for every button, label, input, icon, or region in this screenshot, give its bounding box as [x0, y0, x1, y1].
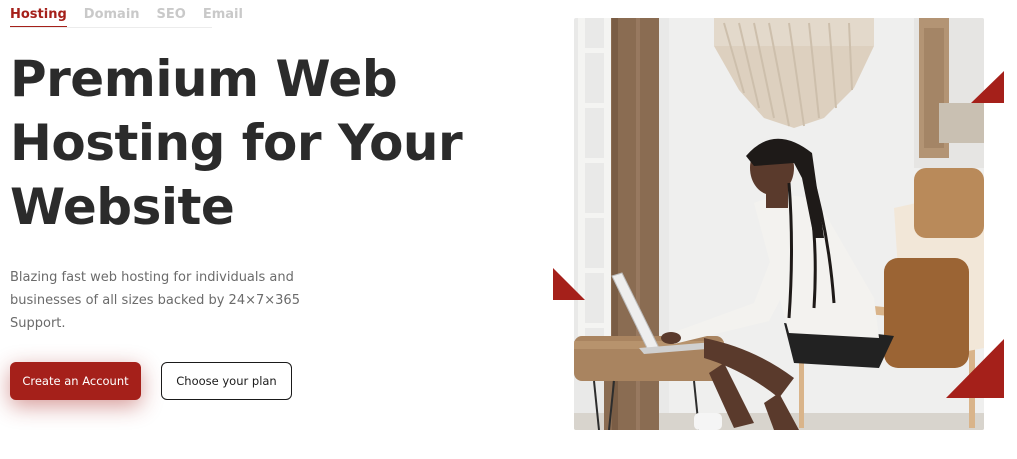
choose-plan-button[interactable]: Choose your plan — [161, 362, 292, 400]
hero-title: Premium Web Hosting for Your Website — [10, 47, 480, 239]
hero-subtitle: Blazing fast web hosting for individuals… — [10, 266, 350, 335]
hero-title-line-1: Premium Web — [10, 50, 398, 108]
create-account-button[interactable]: Create an Account — [10, 362, 141, 400]
hero-subtitle-line-2: businesses of all sizes backed by 24×7×3… — [10, 293, 300, 331]
tab-hosting[interactable]: Hosting — [10, 7, 67, 28]
hero-title-line-3: Website — [10, 178, 235, 236]
triangle-accent-icon — [971, 71, 1004, 103]
hero-photo — [574, 18, 984, 430]
triangle-accent-icon — [553, 268, 585, 300]
hero-subtitle-line-1: Blazing fast web hosting for individuals… — [10, 270, 294, 285]
tab-domain[interactable]: Domain — [84, 7, 140, 28]
service-tabs: Hosting Domain SEO Email — [10, 7, 243, 28]
tabs-divider — [10, 27, 212, 28]
hero-title-line-2: Hosting for Your — [10, 114, 463, 172]
woman-using-laptop-photo — [574, 18, 984, 430]
tab-email[interactable]: Email — [203, 7, 243, 28]
triangle-accent-icon — [946, 339, 1004, 398]
tab-seo[interactable]: SEO — [157, 7, 186, 28]
